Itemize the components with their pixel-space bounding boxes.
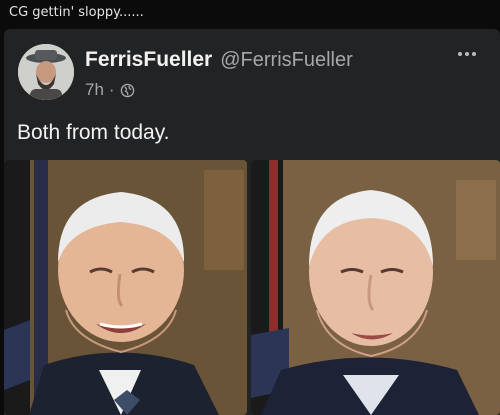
post-meta: 7h · bbox=[85, 80, 135, 100]
meta-separator: · bbox=[108, 80, 115, 99]
left-photo[interactable] bbox=[4, 160, 247, 415]
author-avatar[interactable] bbox=[18, 44, 74, 100]
screenshot: CG gettin' sloppy...... FerrisFueller @F… bbox=[0, 0, 500, 415]
post-card: FerrisFueller @FerrisFueller 7h · Both f… bbox=[4, 29, 500, 415]
more-options-button[interactable] bbox=[458, 48, 480, 60]
globe-icon bbox=[120, 83, 134, 97]
screenshot-caption: CG gettin' sloppy...... bbox=[9, 5, 144, 20]
photo-grid bbox=[4, 160, 500, 415]
post-time[interactable]: 7h bbox=[85, 80, 104, 100]
author-handle[interactable]: @FerrisFueller bbox=[220, 49, 353, 72]
more-dots-icon bbox=[458, 52, 462, 56]
author-row: FerrisFueller @FerrisFueller bbox=[85, 48, 353, 72]
right-photo[interactable] bbox=[251, 160, 500, 415]
author-name[interactable]: FerrisFueller bbox=[85, 48, 212, 72]
post-text: Both from today. bbox=[17, 121, 170, 144]
